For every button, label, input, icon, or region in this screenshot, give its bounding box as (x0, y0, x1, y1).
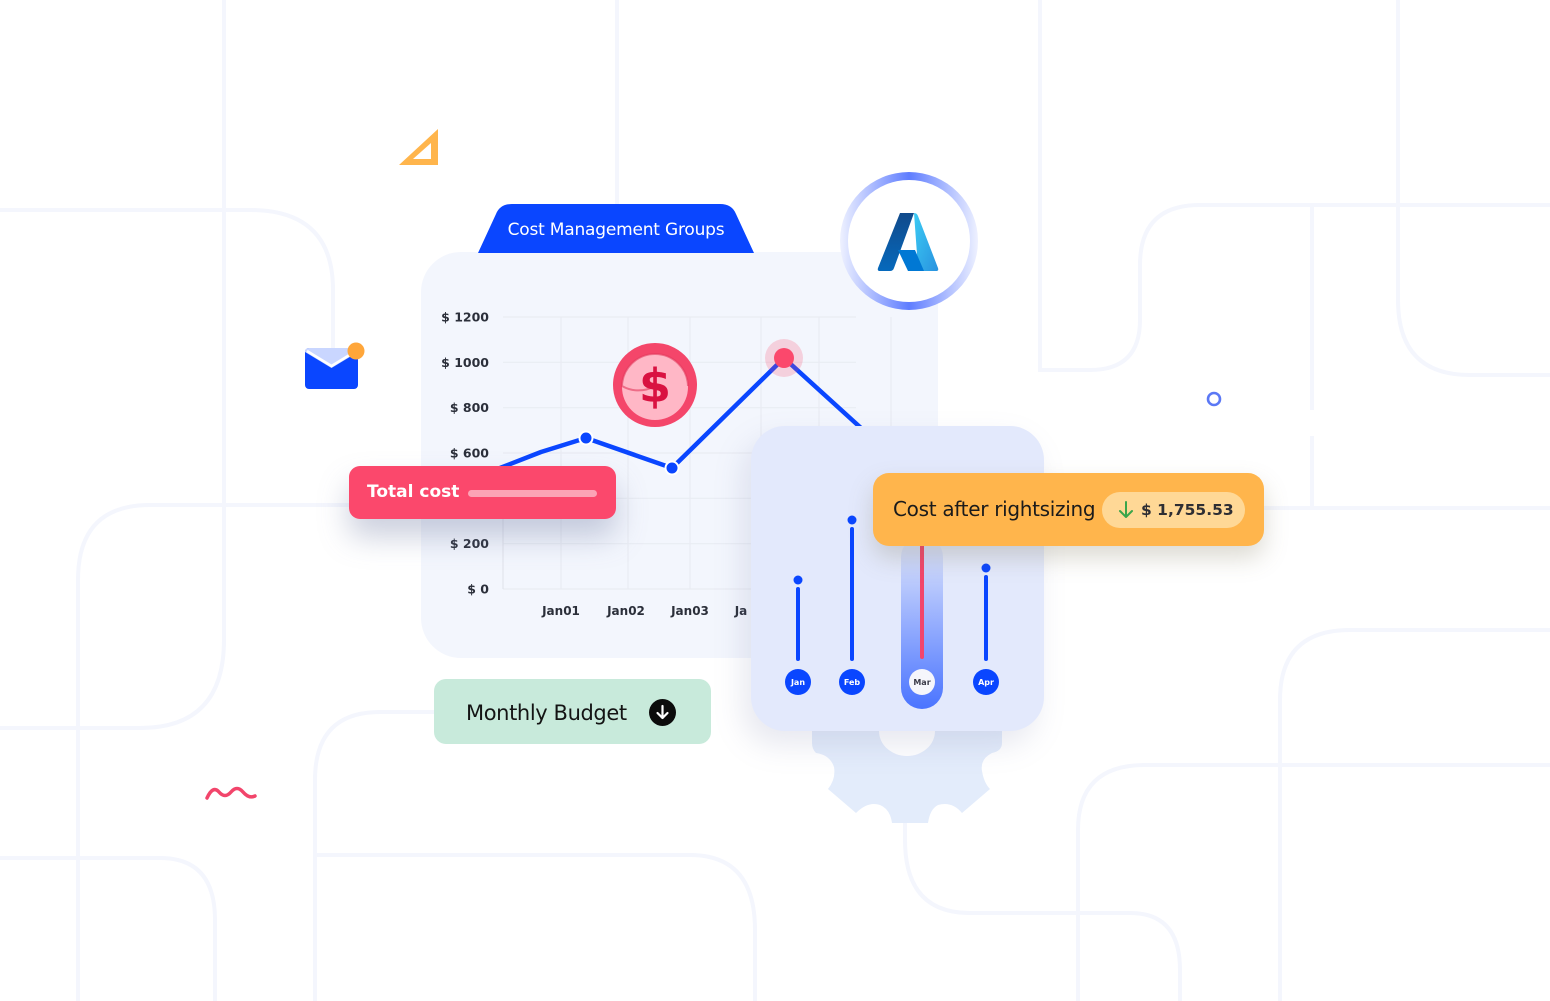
data-point (664, 460, 680, 476)
y-tick-label: $ 0 (467, 582, 489, 597)
y-tick-label: $ 200 (450, 536, 489, 551)
data-point (578, 430, 594, 446)
x-tick-label: Jan02 (606, 604, 645, 618)
y-tick-label: $ 800 (450, 400, 489, 415)
y-tick-label: $ 600 (450, 446, 489, 461)
rightsizing-label: Cost after rightsizing (893, 497, 1096, 521)
arrow-down-icon (1119, 501, 1133, 518)
month-label: Mar (913, 678, 930, 687)
cost-after-rightsizing-badge: Cost after rightsizing $ 1,755.53 (873, 473, 1264, 546)
monthly-budget-button[interactable]: Monthly Budget (434, 679, 711, 744)
azure-logo-badge (840, 172, 978, 310)
tab-title: Cost Management Groups (507, 220, 725, 240)
mail-notification-icon (305, 342, 365, 389)
bar-tip-dot (793, 575, 803, 585)
highlight-point (774, 348, 794, 368)
cost-management-groups-tab[interactable]: Cost Management Groups (478, 204, 754, 253)
bar-tip-dot (847, 515, 857, 525)
month-label: Feb (844, 678, 861, 687)
triangle-ruler-icon (399, 129, 438, 165)
total-cost-progress-bar (468, 490, 597, 497)
squiggle-icon (205, 786, 257, 800)
dollar-coin-icon: $ (613, 343, 697, 427)
y-tick-label: $ 1000 (441, 355, 489, 370)
monthly-budget-label: Monthly Budget (466, 701, 627, 725)
month-label: Jan (790, 678, 805, 687)
arrow-down-circle-icon (649, 699, 676, 726)
svg-text:$: $ (639, 359, 671, 413)
month-label: Apr (978, 678, 994, 687)
total-cost-badge: Total cost (349, 466, 616, 519)
x-tick-label: Jan03 (670, 604, 709, 618)
y-tick-label: $ 1200 (441, 310, 489, 325)
bar-tip-dot (981, 563, 991, 573)
rightsizing-amount: $ 1,755.53 (1141, 501, 1234, 519)
total-cost-label: Total cost (367, 482, 460, 502)
x-tick-label: Jan01 (541, 604, 580, 618)
ring-icon (1206, 391, 1222, 407)
rightsizing-amount-pill: $ 1,755.53 (1102, 492, 1245, 528)
x-tick-label: Ja (734, 604, 748, 618)
